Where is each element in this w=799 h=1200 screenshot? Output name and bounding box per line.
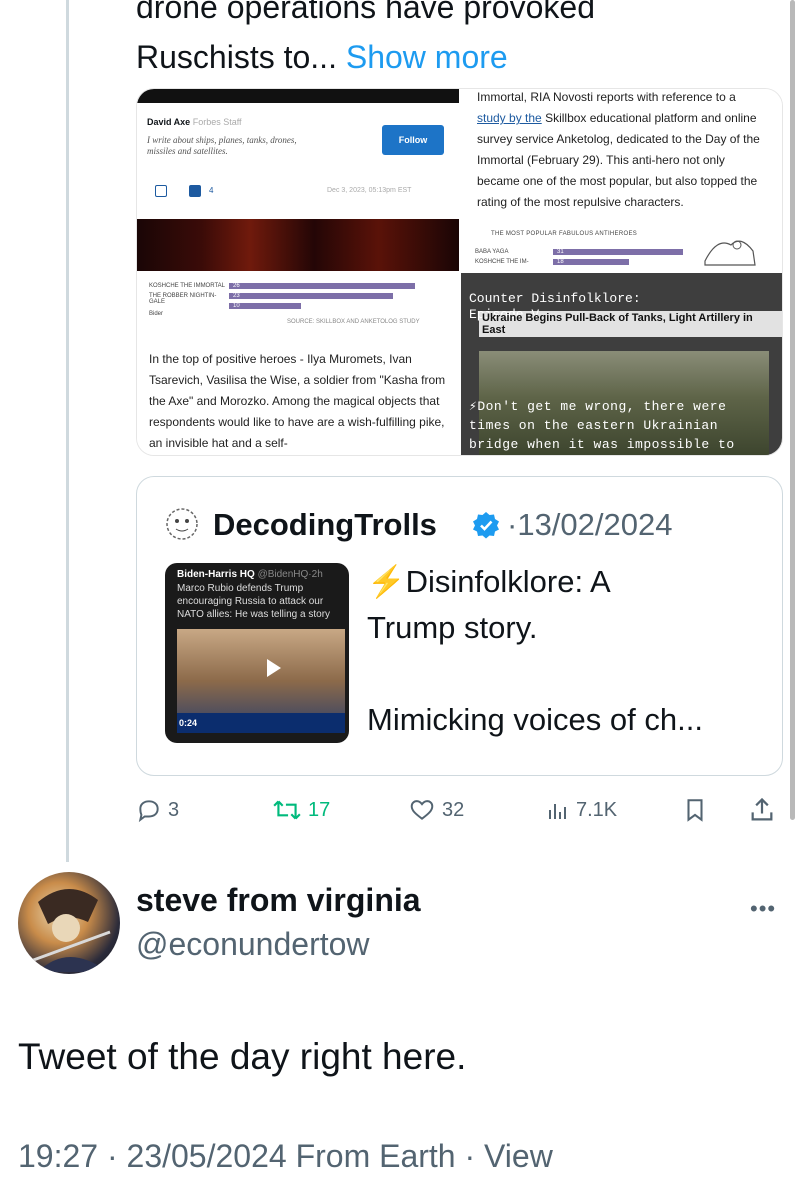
bar-value: 26: [233, 283, 240, 289]
article-author: David Axe Forbes Staff: [147, 117, 242, 127]
like-button[interactable]: 32: [408, 790, 464, 830]
thumb-author: Biden-Harris HQ: [177, 569, 255, 580]
article-top-bar: [137, 89, 459, 103]
media-image-chart-article[interactable]: KOSHCHE THE IMMORTAL 26 THE ROBBER NIGHT…: [137, 273, 459, 455]
play-icon: [267, 659, 281, 677]
media-image-forbes-article[interactable]: David Axe Forbes Staff I write about shi…: [137, 89, 459, 271]
article-body-pre: Immortal, RIA Novosti reports with refer…: [477, 90, 736, 104]
thumb-line: NATO allies: He was telling a story: [177, 609, 331, 620]
author-sub: Forbes Staff: [192, 117, 242, 127]
bar: [229, 293, 393, 299]
views-button[interactable]: 7.1K: [546, 790, 617, 830]
reply-meta: 19:27 · 23/05/2024 From Earth · View: [18, 1138, 553, 1174]
quoted-text: ⚡Disinfolklore: A Trump story. Mimicking…: [367, 559, 767, 743]
bar-value: 23: [233, 293, 240, 299]
reply-count: 3: [168, 798, 180, 821]
thread-line: [66, 0, 69, 862]
media-image-counter-disinfolklore[interactable]: Counter Disinfolklore: Episode V Ukraine…: [461, 273, 782, 455]
post-text: drone operations have provoked Ruschists…: [136, 0, 776, 82]
reply-icon: [138, 800, 159, 823]
thumb-handle: @BidenHQ·2h: [257, 569, 323, 580]
news-ticker: [177, 713, 345, 733]
article-link: study by the: [477, 111, 542, 125]
thumb-header: Biden-Harris HQ @BidenHQ·2h: [177, 569, 323, 580]
retweet-count: 17: [308, 798, 331, 821]
author-name: David Axe: [147, 117, 191, 127]
bar-value: 31: [557, 249, 564, 255]
retweet-icon: [273, 800, 301, 820]
news-title: Ukraine Begins Pull-Back of Tanks, Light…: [479, 311, 782, 337]
post-text-line2: Ruschists to...: [136, 39, 337, 75]
post-text-line1: drone operations have provoked: [136, 0, 595, 25]
bar-value: 18: [557, 259, 564, 265]
article-body: In the top of positive heroes - Ilya Mur…: [149, 352, 446, 450]
views-icon: [549, 804, 566, 819]
quoted-tweet[interactable]: DecodingTrolls ·13/02/2024 Biden-Harris …: [136, 476, 783, 776]
verified-badge-icon: [471, 510, 501, 540]
media-grid[interactable]: David Axe Forbes Staff I write about shi…: [136, 88, 783, 456]
reply-button[interactable]: 3: [136, 790, 179, 830]
video-duration: 0:24: [179, 718, 198, 728]
bar-label: KOSHCHE THE IM-: [475, 259, 529, 265]
quoted-text-line2: Trump story.: [367, 610, 538, 645]
episode-header-line1: Counter Disinfolklore:: [469, 291, 641, 306]
share-button[interactable]: [748, 790, 782, 830]
bookmark-button[interactable]: [682, 790, 714, 830]
reply-author-handle[interactable]: @econundertow: [136, 926, 370, 963]
quoted-text-spacer: [367, 651, 767, 697]
quoted-author-name[interactable]: DecodingTrolls: [213, 507, 437, 543]
comment-icon: [189, 185, 201, 197]
episode-quote: ⚡Don't get me wrong, there were times on…: [469, 399, 735, 452]
reply-text: Tweet of the day right here.: [18, 1036, 467, 1077]
comment-count: 4: [209, 186, 214, 195]
thumb-line: encouraging Russia to attack our: [177, 596, 324, 607]
bar-label: BABA YAGA: [475, 249, 509, 255]
article-body-post: Skillbox educational platform and online…: [477, 111, 760, 209]
like-count: 32: [442, 798, 465, 821]
fire-image: [137, 219, 459, 271]
scrollbar[interactable]: [790, 0, 795, 820]
retweet-button[interactable]: 17: [272, 790, 330, 830]
witch-illustration: [697, 231, 761, 269]
chart-title: THE MOST POPULAR FABULOUS ANTIHEROES: [491, 231, 638, 237]
bar-label: Bider: [149, 311, 164, 317]
bar: [229, 283, 415, 289]
avatar[interactable]: [18, 872, 120, 974]
quoted-date[interactable]: ·13/02/2024: [507, 507, 672, 543]
show-more-link[interactable]: Show more: [346, 39, 508, 75]
follow-button: Follow: [382, 125, 444, 155]
media-image-skillbox-article[interactable]: Immortal, RIA Novosti reports with refer…: [461, 89, 782, 271]
reply-author-name[interactable]: steve from virginia: [136, 882, 421, 919]
heart-icon: [410, 800, 434, 820]
bookmark-icon: [687, 799, 703, 822]
bar-label: KOSHCHE THE IMMORTAL: [149, 283, 226, 289]
bar-label: THE ROBBER NIGHTIN-GALE: [149, 293, 217, 305]
author-bio: I write about ships, planes, tanks, dron…: [147, 135, 297, 156]
chart-source: SOURCE: SKILLBOX AND ANKETOLOG STUDY: [287, 319, 420, 325]
thumb-line: Marco Rubio defends Trump: [177, 583, 304, 594]
action-bar: 3 17 32 7.1K: [136, 790, 781, 830]
more-options-icon[interactable]: •••: [750, 896, 776, 922]
quoted-text-line1: Disinfolklore: A: [405, 564, 611, 599]
quoted-text-line3: Mimicking voices of ch...: [367, 702, 703, 737]
bar-value: 10: [233, 303, 240, 309]
share-icon: [751, 797, 773, 821]
bar: [553, 249, 683, 255]
decodingtrolls-avatar: [165, 507, 199, 541]
quoted-video-thumbnail[interactable]: Biden-Harris HQ @BidenHQ·2h Marco Rubio …: [165, 563, 349, 743]
bookmark-icon: [155, 185, 167, 197]
article-body: Immortal, RIA Novosti reports with refer…: [477, 89, 767, 213]
bar: [553, 259, 629, 265]
views-count: 7.1K: [576, 798, 618, 821]
lightning-icon: ⚡: [367, 564, 406, 599]
article-date: Dec 3, 2023, 05:13pm EST: [327, 187, 412, 194]
